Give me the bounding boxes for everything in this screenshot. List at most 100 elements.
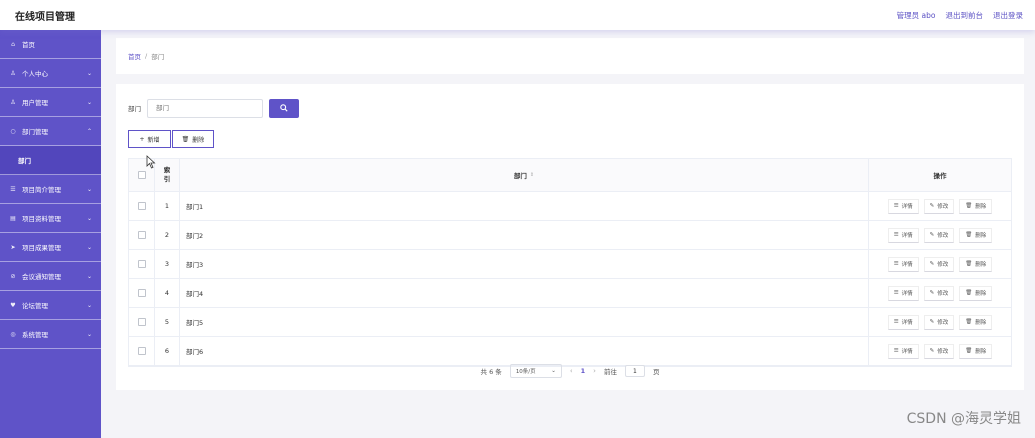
sidebar-item[interactable]: ☰ 项目简介管理 ⌄ — [0, 175, 101, 204]
row-delete-button[interactable]: 🗑 删除 — [959, 256, 993, 272]
sidebar-item[interactable]: ⊘ 会议通知管理 ⌄ — [0, 262, 101, 291]
row-name: 部门1 — [186, 203, 204, 211]
row-checkbox[interactable] — [137, 202, 146, 210]
edit-label: 修改 — [937, 204, 949, 210]
sidebar-item[interactable]: ▤ 项目资料管理 ⌄ — [0, 204, 101, 233]
sidebar-item-label: 会议通知管理 — [22, 273, 61, 281]
search-row: 部门 — [128, 98, 1012, 118]
watermark: CSDN @海灵学姐 — [906, 411, 1021, 427]
edit-label: 修改 — [937, 349, 949, 355]
users-icon: ♙ — [10, 98, 16, 106]
sort-icon[interactable]: ⇕ — [530, 172, 534, 178]
edit-icon: ✎ — [929, 290, 935, 296]
row-delete-label: 删除 — [975, 262, 987, 268]
add-button[interactable]: + 新增 — [128, 130, 171, 148]
row-check-cell — [129, 279, 155, 307]
detail-button[interactable]: ☰ 详情 — [887, 198, 919, 214]
row-checkbox[interactable] — [137, 260, 146, 268]
row-delete-label: 删除 — [975, 349, 987, 355]
detail-button[interactable]: ☰ 详情 — [887, 227, 919, 243]
chevron-down-icon: ⌄ — [86, 301, 92, 309]
sidebar-item[interactable]: ➤ 项目成果管理 ⌄ — [0, 233, 101, 262]
row-delete-button[interactable]: 🗑 删除 — [959, 198, 993, 214]
row-check-cell — [129, 250, 155, 278]
detail-icon: ☰ — [893, 348, 899, 354]
row-checkbox[interactable] — [137, 347, 146, 355]
detail-button[interactable]: ☰ 详情 — [887, 285, 919, 301]
edit-button[interactable]: ✎ 修改 — [923, 198, 955, 214]
search-icon — [280, 104, 288, 112]
send-icon: ➤ — [10, 243, 16, 251]
sidebar-item[interactable]: ♙ 个人中心 ⌄ — [0, 59, 101, 88]
row-name-cell: 部门4 — [180, 279, 869, 307]
header-name-cell[interactable]: 部门 ⇕ — [180, 159, 869, 191]
prev-page-button[interactable]: ‹ — [570, 367, 573, 375]
row-index: 3 — [164, 260, 170, 268]
detail-icon: ☰ — [893, 290, 899, 296]
edit-button[interactable]: ✎ 修改 — [923, 343, 955, 359]
sidebar-item[interactable]: ⌂ 首页 — [0, 30, 101, 59]
edit-button[interactable]: ✎ 修改 — [923, 256, 955, 272]
row-name: 部门2 — [186, 232, 204, 240]
header-actions: 管理员 abo 退出到前台 退出登录 — [897, 10, 1023, 21]
chevron-down-icon: ⌄ — [86, 243, 92, 251]
row-checkbox[interactable] — [137, 289, 146, 297]
detail-icon: ☰ — [893, 232, 899, 238]
exit-to-front-link[interactable]: 退出到前台 — [946, 10, 984, 21]
sidebar-item-label: 首页 — [22, 41, 35, 49]
logout-link[interactable]: 退出登录 — [993, 10, 1023, 21]
sidebar-item[interactable]: ○ 部门管理 ⌃ — [0, 117, 101, 146]
select-all-checkbox[interactable] — [137, 171, 146, 179]
row-delete-button[interactable]: 🗑 删除 — [959, 227, 993, 243]
page-size-select[interactable]: 10条/页 ⌄ — [509, 364, 562, 378]
content-card: 部门 + 新增 🗑 删除 索引 部门⇕ 操作 1部门1☰详情✎修改🗑删 — [116, 84, 1024, 390]
edit-button[interactable]: ✎ 修改 — [923, 285, 955, 301]
row-delete-button[interactable]: 🗑 删除 — [959, 285, 993, 301]
row-delete-label: 删除 — [975, 291, 987, 297]
sidebar-item-label: 论坛管理 — [22, 302, 48, 310]
row-name-cell: 部门2 — [180, 221, 869, 249]
detail-button[interactable]: ☰ 详情 — [887, 256, 919, 272]
chevron-down-icon: ⌄ — [86, 69, 92, 77]
page-number[interactable]: 1 — [581, 367, 586, 375]
goto-page-input[interactable] — [624, 365, 645, 377]
search-button[interactable] — [269, 98, 299, 118]
doc-icon: ▤ — [10, 214, 16, 222]
trash-icon: 🗑 — [965, 319, 973, 325]
row-actions-cell: ☰ 详情 ✎ 修改 🗑 删除 — [869, 279, 1011, 307]
detail-button[interactable]: ☰ 详情 — [887, 343, 919, 359]
table-row: 2 部门2 ☰ 详情 ✎ 修改 🗑 删除 — [129, 221, 1011, 250]
edit-button[interactable]: ✎ 修改 — [923, 314, 955, 330]
sidebar-item[interactable]: ♙ 用户管理 ⌄ — [0, 88, 101, 117]
app-title: 在线项目管理 — [15, 11, 75, 23]
detail-button[interactable]: ☰ 详情 — [887, 314, 919, 330]
breadcrumb-current: 部门 — [151, 53, 165, 61]
edit-icon: ✎ — [929, 319, 935, 325]
sidebar-item-label: 部门管理 — [22, 128, 48, 136]
row-name: 部门4 — [186, 290, 204, 298]
next-page-button[interactable]: › — [593, 367, 596, 375]
row-index-cell: 6 — [155, 337, 180, 365]
add-button-label: 新增 — [147, 136, 160, 144]
row-name: 部门3 — [186, 261, 204, 269]
trash-icon: 🗑 — [965, 261, 973, 267]
settings-icon: ◎ — [10, 330, 16, 338]
sidebar-item[interactable]: ♥ 论坛管理 ⌄ — [0, 291, 101, 320]
row-checkbox[interactable] — [137, 231, 146, 239]
breadcrumb-home[interactable]: 首页 — [128, 51, 141, 61]
search-input[interactable] — [147, 98, 263, 118]
row-delete-button[interactable]: 🗑 删除 — [959, 314, 993, 330]
detail-icon: ☰ — [893, 319, 899, 325]
chevron-up-icon: ⌃ — [86, 127, 92, 135]
edit-button[interactable]: ✎ 修改 — [923, 227, 955, 243]
detail-label: 详情 — [901, 291, 913, 297]
sidebar-subitem[interactable]: 部门 — [0, 146, 101, 175]
breadcrumb: 首页 / 部门 — [116, 38, 1024, 74]
row-index-cell: 3 — [155, 250, 180, 278]
sidebar-item[interactable]: ◎ 系统管理 ⌄ — [0, 320, 101, 349]
top-header: 在线项目管理 管理员 abo 退出到前台 退出登录 — [0, 0, 1035, 30]
row-checkbox[interactable] — [137, 318, 146, 326]
delete-button[interactable]: 🗑 删除 — [172, 130, 214, 148]
row-delete-button[interactable]: 🗑 删除 — [959, 343, 993, 359]
chevron-down-icon: ⌄ — [86, 272, 92, 280]
